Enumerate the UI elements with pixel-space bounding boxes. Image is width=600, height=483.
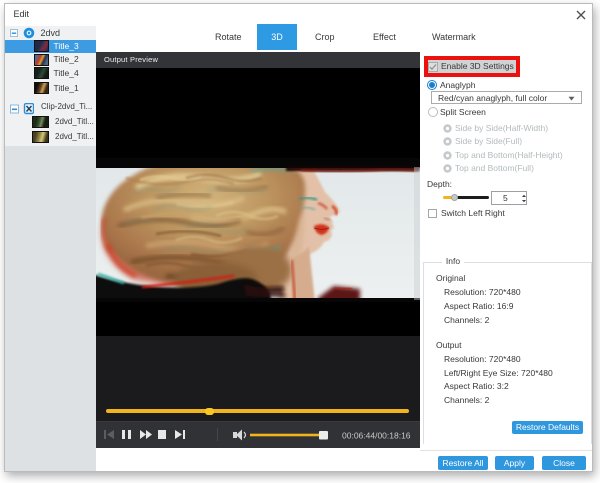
svg-text:00:06:44/00:18:16: 00:06:44/00:18:16 [342, 431, 411, 441]
